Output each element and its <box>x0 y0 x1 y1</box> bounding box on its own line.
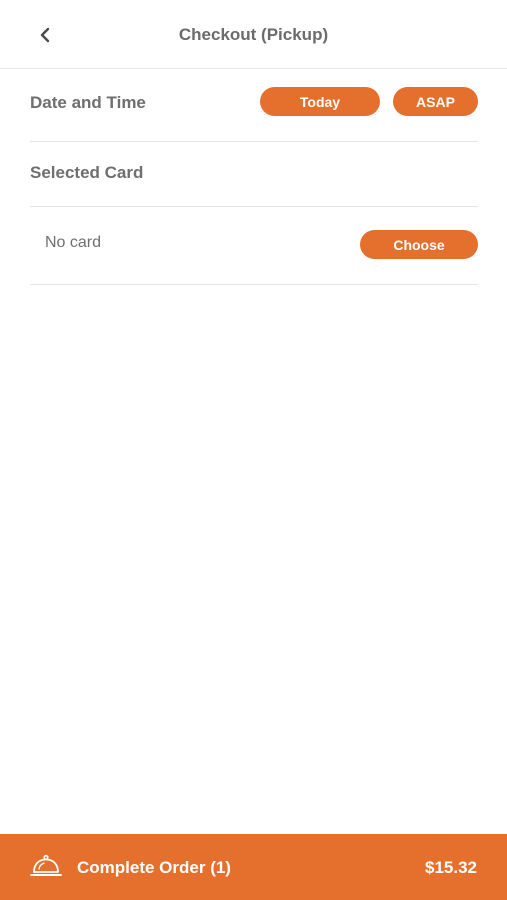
complete-order-label: Complete Order (1) <box>77 858 231 877</box>
card-value: No card <box>45 234 102 251</box>
date-time-label: Date and Time <box>30 93 146 112</box>
top-bar: Checkout (Pickup) <box>0 0 507 69</box>
selected-card-label: Selected Card <box>30 163 144 182</box>
time-selector-button[interactable]: ASAP <box>393 87 478 116</box>
service-bell-icon <box>30 854 62 876</box>
divider <box>30 141 478 142</box>
day-selector-button[interactable]: Today <box>260 87 380 116</box>
page-title: Checkout (Pickup) <box>178 25 329 44</box>
divider <box>30 206 478 207</box>
complete-order-button[interactable]: Complete Order (1) $15.32 <box>0 834 507 900</box>
choose-card-button[interactable]: Choose <box>360 230 478 259</box>
order-total: $15.32 <box>425 858 477 877</box>
divider <box>30 284 478 285</box>
